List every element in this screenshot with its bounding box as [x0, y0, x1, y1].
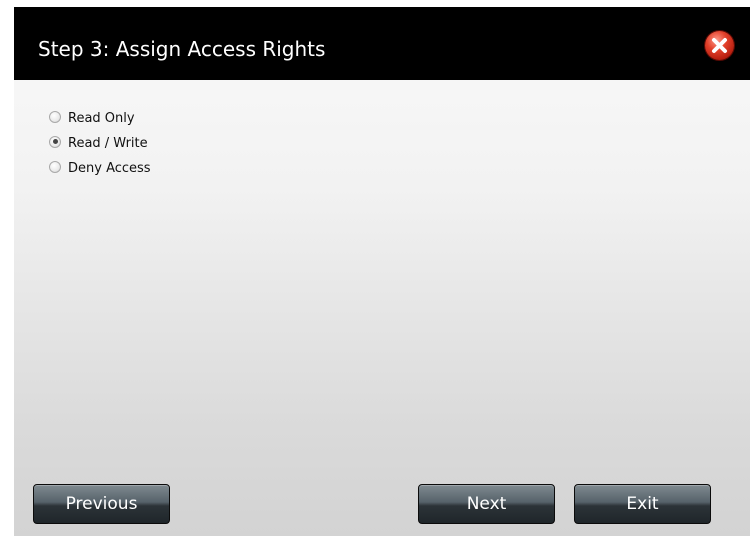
dialog-titlebar: Step 3: Assign Access Rights [14, 7, 750, 80]
option-deny-access[interactable]: Deny Access [49, 154, 151, 179]
assign-access-dialog: Step 3: Assign Access Rights Read Only R… [14, 7, 750, 536]
deny-access-radio[interactable] [49, 160, 61, 173]
option-read-only[interactable]: Read Only [49, 104, 151, 129]
exit-button[interactable]: Exit [574, 484, 711, 524]
read-only-label[interactable]: Read Only [68, 111, 135, 126]
read-only-radio[interactable] [49, 110, 61, 123]
option-read-write[interactable]: Read / Write [49, 129, 151, 154]
close-icon [712, 38, 727, 53]
close-button[interactable] [705, 31, 734, 60]
deny-access-label[interactable]: Deny Access [68, 161, 151, 176]
next-button[interactable]: Next [418, 484, 555, 524]
read-write-label[interactable]: Read / Write [68, 136, 148, 151]
read-write-radio[interactable] [49, 135, 61, 148]
access-rights-options: Read Only Read / Write Deny Access [49, 104, 151, 179]
dialog-title: Step 3: Assign Access Rights [38, 37, 326, 61]
previous-button[interactable]: Previous [33, 484, 170, 524]
